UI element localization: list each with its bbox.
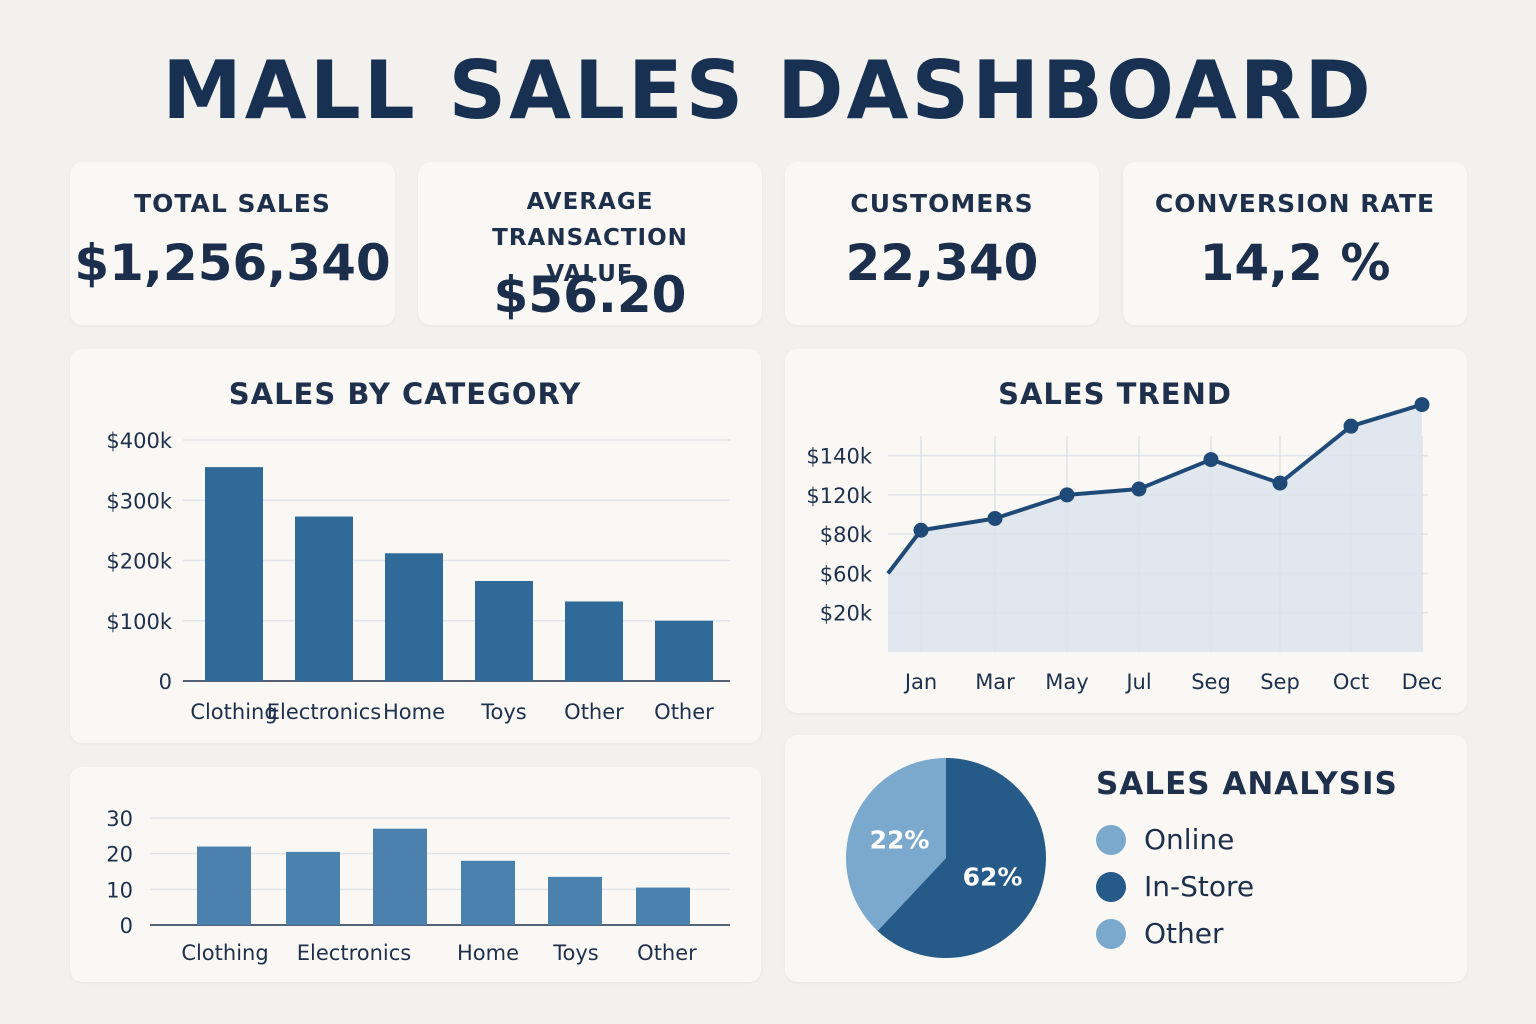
- x-tick-label: Electronics: [297, 941, 411, 965]
- y-tick-label: 30: [106, 807, 133, 831]
- y-tick-label: $400k: [106, 429, 172, 453]
- y-tick-label: $300k: [106, 489, 172, 513]
- x-tick-label: Dec: [1402, 670, 1443, 694]
- pie-slice-label: 22%: [870, 826, 930, 855]
- legend-swatch: [1096, 824, 1126, 855]
- y-tick-label: 0: [159, 670, 172, 694]
- bar: [461, 860, 515, 925]
- data-point: [1414, 397, 1430, 413]
- bar: [295, 516, 353, 681]
- bar: [373, 828, 427, 925]
- y-tick-label: 20: [106, 843, 133, 867]
- x-tick-label: May: [1045, 670, 1088, 694]
- bar: [636, 887, 690, 925]
- bar: [475, 580, 533, 681]
- data-point: [987, 510, 1003, 526]
- legend-item-other: Other: [1096, 910, 1398, 957]
- x-tick-label: Jan: [903, 670, 937, 694]
- x-tick-label: Clothing: [190, 700, 277, 724]
- x-tick-label: Electronics: [267, 700, 381, 724]
- data-point: [1343, 418, 1359, 434]
- pie-legend: SALES ANALYSIS Online In-Store Other: [1096, 766, 1398, 957]
- bar: [565, 601, 623, 681]
- y-tick-label: $140k: [806, 445, 872, 469]
- y-tick-label: $20k: [820, 602, 873, 626]
- legend-swatch: [1096, 918, 1126, 949]
- bar: [655, 620, 713, 681]
- y-tick-label: $60k: [820, 562, 873, 586]
- y-tick-label: 0: [120, 914, 133, 938]
- x-tick-label: Mar: [975, 670, 1015, 694]
- pie-slice-label: 62%: [963, 862, 1023, 891]
- data-point: [1272, 475, 1288, 491]
- data-point: [913, 522, 929, 538]
- y-tick-label: $200k: [106, 550, 172, 574]
- legend-label: Other: [1144, 917, 1224, 950]
- legend-item-online: Online: [1096, 816, 1398, 863]
- x-tick-label: Sep: [1260, 670, 1300, 694]
- x-tick-label: Oct: [1333, 670, 1369, 694]
- bar: [548, 876, 602, 925]
- x-tick-label: Home: [383, 700, 445, 724]
- legend-item-in-store: In-Store: [1096, 863, 1398, 910]
- legend-label: Online: [1144, 823, 1235, 856]
- x-tick-label: Other: [654, 700, 714, 724]
- x-tick-label: Other: [637, 941, 697, 965]
- x-tick-label: Clothing: [181, 941, 268, 965]
- bar: [205, 467, 263, 681]
- y-tick-label: $80k: [820, 523, 873, 547]
- bar: [286, 851, 340, 925]
- data-point: [1059, 487, 1075, 503]
- y-tick-label: 10: [106, 878, 133, 902]
- area-fill: [888, 404, 1422, 652]
- data-point: [1131, 481, 1147, 497]
- pie-chart-title: SALES ANALYSIS: [1096, 766, 1398, 802]
- data-point: [1203, 452, 1219, 468]
- x-tick-label: Toys: [552, 941, 598, 965]
- x-tick-label: Seg: [1191, 670, 1231, 694]
- x-tick-label: Home: [457, 941, 519, 965]
- x-tick-label: Other: [564, 700, 624, 724]
- x-tick-label: Toys: [480, 700, 526, 724]
- legend-label: In-Store: [1144, 870, 1255, 903]
- y-tick-label: $120k: [806, 484, 872, 508]
- bar: [385, 553, 443, 681]
- y-tick-label: $100k: [106, 610, 172, 634]
- dashboard: MALL SALES DASHBOARD TOTAL SALES $1,256,…: [0, 0, 1536, 1024]
- legend-swatch: [1096, 871, 1126, 902]
- x-tick-label: Jul: [1124, 670, 1151, 694]
- bar: [197, 846, 251, 925]
